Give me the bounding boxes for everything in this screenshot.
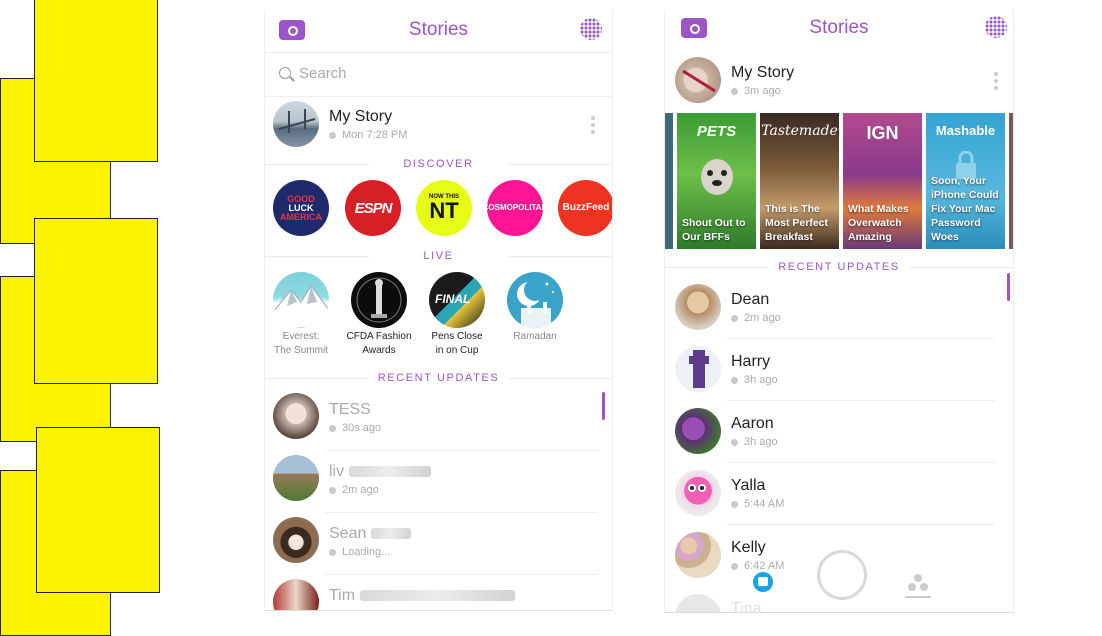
avatar	[273, 579, 319, 610]
friend-name: Tina	[731, 600, 762, 613]
search-input[interactable]: Search	[279, 65, 347, 82]
live-label-pens: Pens Close in on Cup	[431, 331, 483, 356]
friend-time: 5:44 AM	[731, 498, 784, 510]
top-bar: Stories	[665, 10, 1013, 52]
list-item[interactable]: liv 2m ago	[265, 449, 612, 511]
cosmopolitan-logo[interactable]: COSMOPOLITAN	[483, 180, 547, 236]
live-label-cfda: CFDA Fashion Awards	[346, 331, 412, 356]
tile-caption: This is The Most Perfect Breakfast	[765, 203, 829, 243]
my-story-avatar	[675, 57, 721, 103]
avatar	[273, 517, 319, 563]
list-item[interactable]: TESS 30s ago	[265, 387, 612, 449]
friend-name: liv	[329, 463, 431, 481]
recent-updates-heading: RECENT UPDATES	[665, 261, 1013, 273]
page-title: Stories	[408, 19, 469, 40]
discover-heading: DISCOVER	[265, 158, 612, 170]
friend-time: 2m ago	[731, 312, 781, 324]
friend-name: Aaron	[731, 415, 774, 432]
avatar	[675, 532, 721, 578]
top-bar: Stories	[265, 10, 612, 53]
avatar	[675, 594, 721, 612]
page-title: Stories	[809, 17, 869, 38]
stories-screen-right: Stories My Story 3m ago PETS Shout Out t…	[664, 10, 1014, 613]
espn-logo[interactable]: ESPN	[345, 180, 401, 236]
avatar	[675, 470, 721, 516]
stories-screen-left: Stories Search My Story Mon 7:28 PM DISC…	[264, 10, 613, 611]
friend-name: Yalla	[731, 477, 766, 494]
friend-name: Kelly	[731, 539, 766, 556]
yellow-block	[34, 218, 158, 384]
final-logo: FINAL	[435, 292, 471, 306]
live-story-ramadan[interactable]	[507, 272, 563, 328]
list-item[interactable]: Dean 2m ago	[665, 276, 1013, 338]
stories-icon[interactable]	[905, 574, 933, 602]
discover-globe-icon[interactable]	[985, 16, 1007, 38]
yellow-block	[34, 0, 158, 162]
tile-caption: What Makes Overwatch Amazing	[848, 203, 909, 243]
recent-updates-heading: RECENT UPDATES	[265, 372, 612, 384]
discover-tile-tastemade[interactable]: Tastemade This is The Most Perfect Break…	[760, 113, 839, 249]
discover-tile-partial[interactable]	[1009, 113, 1013, 249]
my-story-name: My Story	[329, 108, 393, 125]
avatar	[675, 408, 721, 454]
friend-name: TESS	[329, 401, 371, 418]
friend-time: 3h ago	[731, 374, 778, 386]
list-item[interactable]: Aaron 3h ago	[665, 400, 1013, 462]
live-heading: LIVE	[265, 250, 612, 262]
friend-name: Tim	[329, 587, 515, 605]
list-item[interactable]: Harry 3h ago	[665, 338, 1013, 400]
yellow-block	[36, 427, 160, 593]
my-story-time: Mon 7:28 PM	[329, 129, 407, 141]
friend-time: 3h ago	[731, 436, 778, 448]
my-story-row[interactable]: My Story 3m ago	[665, 54, 1013, 116]
capture-button[interactable]	[817, 550, 867, 600]
more-options-icon[interactable]	[994, 72, 998, 93]
live-story-cfda[interactable]	[351, 272, 407, 328]
tile-brand: Mashable	[935, 123, 996, 138]
nowthis-logo[interactable]: NOW THIS NT	[416, 180, 472, 236]
list-item[interactable]: Yalla 5:44 AM	[665, 462, 1013, 524]
friend-time: 30s ago	[329, 422, 381, 434]
buzzfeed-logo[interactable]: BuzzFeed	[558, 180, 612, 236]
friend-name: Dean	[731, 291, 770, 308]
avatar	[675, 346, 721, 392]
search-icon	[279, 67, 291, 79]
more-options-icon[interactable]	[591, 116, 595, 137]
my-story-row[interactable]: My Story Mon 7:28 PM	[265, 98, 612, 160]
friend-name: Sean	[329, 525, 411, 543]
tile-brand: IGN	[866, 123, 899, 143]
list-item[interactable]: Sean Loading...	[265, 511, 612, 573]
friend-name: Harry	[731, 353, 771, 370]
good-luck-america-logo[interactable]: GOOD LUCK AMERICA	[273, 180, 329, 236]
discover-tile-ign[interactable]: IGN What Makes Overwatch Amazing	[843, 113, 922, 249]
friend-time: 6:42 AM	[731, 560, 784, 572]
live-story-everest[interactable]	[273, 272, 329, 328]
tile-brand: PETS	[696, 123, 737, 140]
live-story-pens[interactable]: FINAL	[429, 272, 485, 328]
avatar	[273, 455, 319, 501]
live-label-everest: Everest: The Summit	[274, 331, 328, 356]
avatar	[675, 284, 721, 330]
live-label-ramadan: Ramadan	[513, 331, 557, 342]
my-story-name: My Story	[731, 64, 795, 81]
tile-caption: Shout Out to Our BFFs	[682, 217, 746, 243]
tile-caption: Soon, Your iPhone Could Fix Your Mac Pas…	[931, 175, 999, 243]
discover-tile-partial[interactable]	[665, 113, 673, 249]
tile-brand: Tastemade	[761, 123, 838, 139]
avatar	[273, 393, 319, 439]
chat-icon[interactable]	[753, 572, 773, 592]
my-story-avatar	[273, 101, 319, 147]
friend-time: 2m ago	[329, 484, 379, 496]
discover-tile-pets[interactable]: PETS Shout Out to Our BFFs	[677, 113, 756, 249]
discover-globe-icon[interactable]	[580, 18, 602, 40]
discover-tile-mashable[interactable]: Mashable Soon, Your iPhone Could Fix You…	[926, 113, 1005, 249]
my-story-time: 3m ago	[731, 85, 781, 97]
list-item[interactable]: Tim	[265, 573, 612, 610]
divider	[265, 96, 612, 97]
friend-time: Loading...	[329, 546, 390, 558]
